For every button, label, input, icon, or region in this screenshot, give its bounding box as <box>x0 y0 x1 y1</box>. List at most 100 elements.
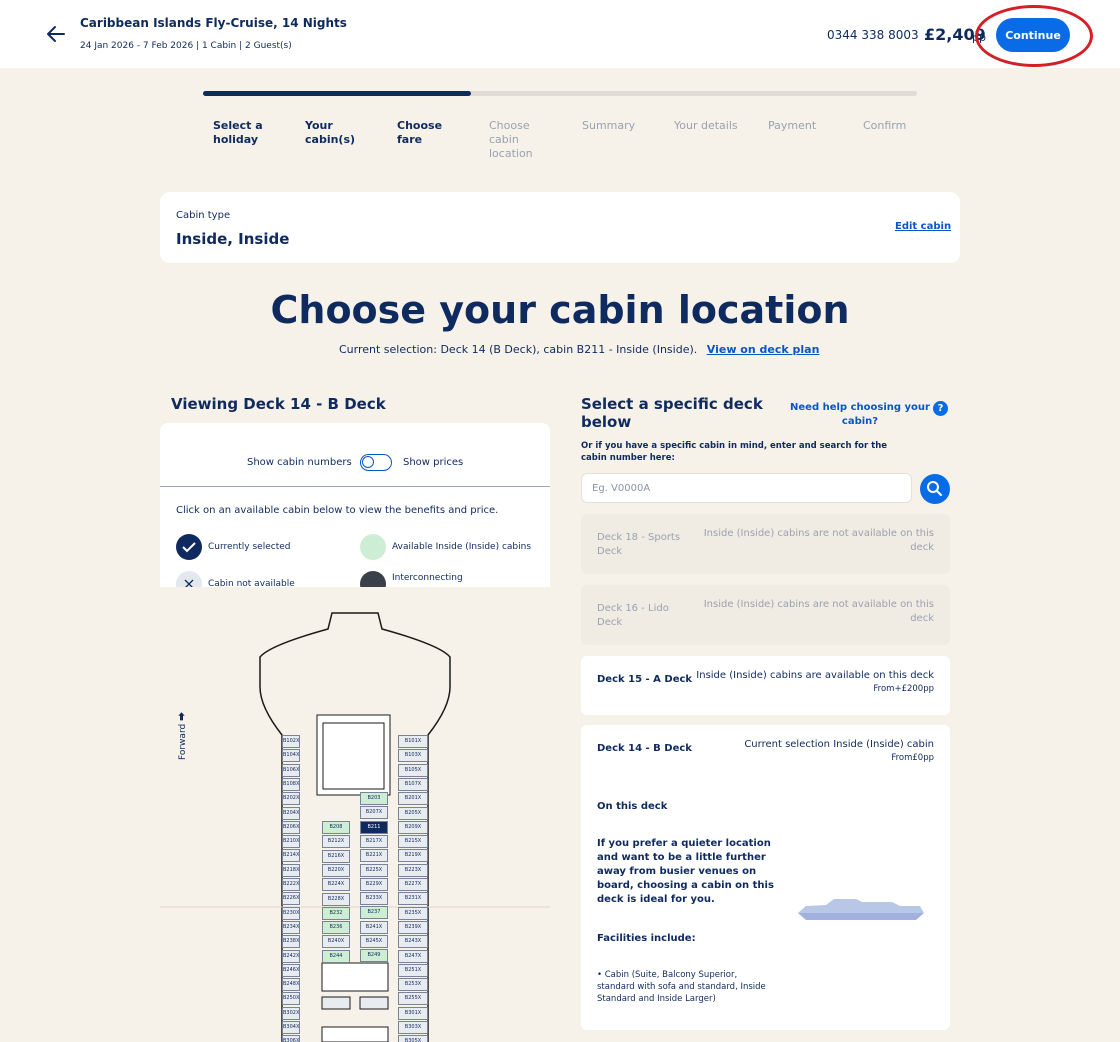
cabin-b243x[interactable]: B243X <box>398 935 428 949</box>
cabin-b106x[interactable]: B106X <box>282 763 300 777</box>
cabin-b245x[interactable]: B245X <box>360 935 388 948</box>
deck-price: From+£200pp <box>873 684 934 694</box>
cabin-type-label: Cabin type <box>176 210 231 221</box>
deck-card-15[interactable]: Deck 15 - A Deck Inside (Inside) cabins … <box>581 656 950 715</box>
cabin-b306x[interactable]: B306X <box>282 1035 300 1042</box>
cabin-b203[interactable]: B203 <box>360 792 388 805</box>
toggle-knob <box>362 456 374 468</box>
cabin-b212x[interactable]: B212X <box>322 835 350 849</box>
cabin-b223x[interactable]: B223X <box>398 863 428 877</box>
on-this-deck-heading: On this deck <box>597 801 668 812</box>
step-2[interactable]: Your cabin(s) <box>305 119 375 147</box>
continue-button[interactable]: Continue <box>996 18 1070 52</box>
cabin-b244[interactable]: B244 <box>322 949 350 963</box>
cabin-b215x[interactable]: B215X <box>398 835 428 849</box>
cabin-b214x[interactable]: B214X <box>282 849 300 863</box>
cabin-b302x[interactable]: B302X <box>282 1006 300 1020</box>
cabin-b222x[interactable]: B222X <box>282 878 300 891</box>
deck-card-16[interactable]: Deck 16 - Lido Deck Inside (Inside) cabi… <box>581 585 950 645</box>
cabin-b205x[interactable]: B205X <box>398 806 428 820</box>
cabin-b240x[interactable]: B240X <box>322 935 350 949</box>
legend-instruction: Click on an available cabin below to vie… <box>176 505 499 516</box>
cabin-b204x[interactable]: B204X <box>282 806 300 820</box>
cabin-b248x[interactable]: B248X <box>282 978 300 992</box>
search-icon <box>927 481 942 496</box>
cabin-b234x[interactable]: B234X <box>282 920 300 934</box>
cabin-b218x[interactable]: B218X <box>282 863 300 877</box>
deck-name: Deck 18 - Sports Deck <box>597 532 681 557</box>
deck-status: Inside (Inside) cabins are not available… <box>703 528 934 553</box>
edit-cabin-link[interactable]: Edit cabin <box>895 221 951 232</box>
cabin-b102x[interactable]: B102X <box>282 735 300 748</box>
cabin-b246x[interactable]: B246X <box>282 963 300 977</box>
cabin-b210x[interactable]: B210X <box>282 835 300 849</box>
cabin-b206x[interactable]: B206X <box>282 820 300 834</box>
deck-card-18[interactable]: Deck 18 - Sports Deck Inside (Inside) ca… <box>581 514 950 574</box>
trip-dates-summary: 24 Jan 2026 - 7 Feb 2026 | 1 Cabin | 2 G… <box>80 41 292 51</box>
back-arrow-icon[interactable] <box>44 22 68 46</box>
deck-card-14[interactable]: Deck 14 - B Deck Current selection Insid… <box>581 725 950 1030</box>
cabin-b241x[interactable]: B241X <box>360 920 388 934</box>
phone-number[interactable]: 0344 338 8003 <box>827 28 919 42</box>
price-suffix: pp <box>972 31 986 44</box>
legend-interconnecting: Interconnecting <box>392 573 463 583</box>
cabin-b220x[interactable]: B220X <box>322 863 350 877</box>
step-3[interactable]: Choose fare <box>397 119 467 147</box>
cabin-b305x[interactable]: B305X <box>398 1035 428 1042</box>
cabin-b237[interactable]: B237 <box>360 906 388 920</box>
cabin-b249[interactable]: B249 <box>360 949 388 963</box>
cabin-b227x[interactable]: B227X <box>398 878 428 891</box>
cabin-b229x[interactable]: B229X <box>360 877 388 891</box>
facilities-heading: Facilities include: <box>597 933 696 944</box>
cabin-b202x[interactable]: B202X <box>282 792 300 806</box>
cabin-b230x[interactable]: B230X <box>282 906 300 920</box>
cabin-b239x[interactable]: B239X <box>398 920 428 934</box>
cabin-b242x[interactable]: B242X <box>282 949 300 963</box>
cabin-b251x[interactable]: B251X <box>398 963 428 977</box>
cabin-b101x[interactable]: B101X <box>398 735 428 748</box>
cabin-search-input[interactable] <box>581 473 912 503</box>
cabin-b301x[interactable]: B301X <box>398 1006 428 1020</box>
legend-available: Available Inside (Inside) cabins <box>392 542 532 552</box>
cabin-b209x[interactable]: B209X <box>398 820 428 834</box>
cabin-b107x[interactable]: B107X <box>398 777 428 791</box>
cabin-b233x[interactable]: B233X <box>360 892 388 906</box>
cabin-b211[interactable]: B211 <box>360 820 388 834</box>
cabin-b221x[interactable]: B221X <box>360 849 388 863</box>
cabin-b219x[interactable]: B219X <box>398 849 428 863</box>
step-1[interactable]: Select a holiday <box>213 119 283 147</box>
view-deck-plan-link[interactable]: View on deck plan <box>707 343 820 356</box>
help-choosing-link[interactable]: Need help choosing your cabin? <box>790 401 930 429</box>
cabin-b236[interactable]: B236 <box>322 921 350 935</box>
cabin-b103x[interactable]: B103X <box>398 749 428 763</box>
cabin-b238x[interactable]: B238X <box>282 935 300 949</box>
cabin-b250x[interactable]: B250X <box>282 992 300 1006</box>
cabin-b207x[interactable]: B207X <box>360 806 388 820</box>
deck-name: Deck 15 - A Deck <box>597 674 693 685</box>
cabin-b105x[interactable]: B105X <box>398 763 428 777</box>
cabin-b226x[interactable]: B226X <box>282 892 300 906</box>
cabin-b201x[interactable]: B201X <box>398 792 428 806</box>
cabin-b208[interactable]: B208 <box>322 821 350 834</box>
cabin-b104x[interactable]: B104X <box>282 749 300 763</box>
deck-name: Deck 14 - B Deck <box>597 743 692 754</box>
search-button[interactable] <box>920 474 950 504</box>
cabin-b235x[interactable]: B235X <box>398 906 428 920</box>
numbers-prices-toggle[interactable] <box>360 454 392 471</box>
cabin-b217x[interactable]: B217X <box>360 834 388 848</box>
legend-currently-selected: Currently selected <box>208 542 291 552</box>
cabin-b216x[interactable]: B216X <box>322 849 350 863</box>
help-icon[interactable]: ? <box>933 401 948 416</box>
cabin-b232[interactable]: B232 <box>322 906 350 920</box>
cabin-b253x[interactable]: B253X <box>398 978 428 992</box>
cabin-b304x[interactable]: B304X <box>282 1021 300 1034</box>
forward-label: Forward <box>178 723 188 760</box>
cabin-b224x[interactable]: B224X <box>322 878 350 892</box>
cabin-b247x[interactable]: B247X <box>398 949 428 963</box>
cabin-b231x[interactable]: B231X <box>398 892 428 906</box>
cabin-b303x[interactable]: B303X <box>398 1021 428 1034</box>
cabin-b255x[interactable]: B255X <box>398 992 428 1006</box>
cabin-b228x[interactable]: B228X <box>322 892 350 906</box>
cabin-b225x[interactable]: B225X <box>360 863 388 877</box>
cabin-b108x[interactable]: B108X <box>282 777 300 791</box>
